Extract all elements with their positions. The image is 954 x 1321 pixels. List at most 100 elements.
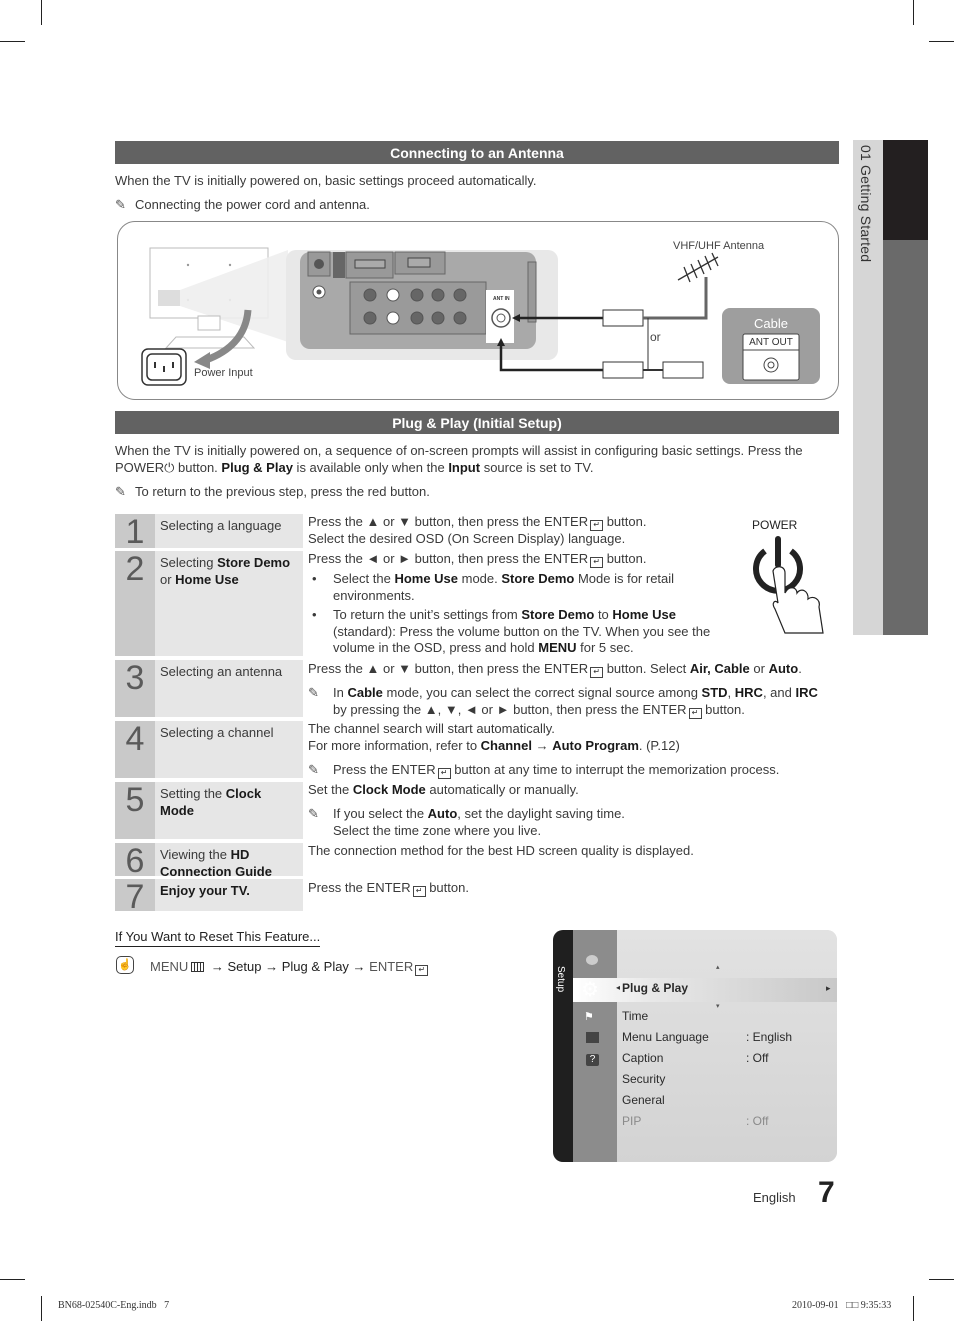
enter-icon: ↵ (437, 768, 451, 779)
crop-mark (913, 1296, 914, 1321)
step-text: In (333, 685, 348, 700)
step-title-text: Viewing the (160, 847, 231, 862)
step-text: , and (762, 685, 796, 700)
menu-path-item: MENU (150, 959, 189, 974)
step-title-bold: Connection Guide (160, 863, 272, 879)
step-text: For more information, refer to (308, 737, 481, 753)
menu-item-plug-and-play[interactable]: Plug & Play (622, 981, 688, 995)
step-text: , (727, 685, 735, 700)
intro-text: is available only when the (292, 459, 449, 475)
crop-mark (41, 0, 42, 25)
step-number: 4 (115, 721, 155, 778)
step-title: Viewing the HD Connection Guide (155, 843, 303, 879)
step-text: button. Select (603, 661, 690, 676)
step-text: button. (425, 880, 469, 895)
reset-heading: If You Want to Reset This Feature... (115, 929, 321, 947)
menu-item-menu-language[interactable]: Menu Language (622, 1030, 709, 1044)
step-bold: Home Use (612, 607, 676, 622)
plug-play-intro: When the TV is initially powered on, a s… (115, 443, 835, 476)
menu-value-pip: : Off (746, 1114, 769, 1128)
menu-item-pip: PIP (622, 1114, 642, 1128)
enter-icon: ↵ (688, 708, 702, 719)
tv-back-illustration (149, 247, 288, 349)
step-text: automatically or manually. (425, 782, 579, 797)
step-text: to (594, 607, 613, 622)
step-bullet-text: To return the unit’s settings from Store… (333, 607, 710, 657)
enter-icon: ↵ (415, 965, 429, 976)
step-text: → (531, 737, 553, 753)
step-bold: Auto (768, 661, 799, 676)
step-title-bold: Enjoy your TV. (160, 883, 250, 898)
intro-text: button. (174, 459, 222, 475)
antenna-intro: When the TV is initially powered on, bas… (115, 173, 537, 188)
step-text: by pressing the ▲, ▼, ◄ or ► button, the… (333, 702, 687, 717)
menu-item-caption[interactable]: Caption (622, 1051, 663, 1065)
menu-path-item: ENTER (369, 959, 414, 974)
step-text: button at any time to interrupt the memo… (450, 762, 780, 777)
menu-icon-column (573, 930, 617, 1162)
step-text: environments. (333, 587, 415, 603)
step-bold: HRC (734, 685, 763, 700)
chapter-label: 01 Getting Started (858, 145, 874, 263)
step-text: The channel search will start automatica… (308, 721, 555, 736)
step-description: The channel search will start automatica… (308, 721, 680, 754)
power-input-label: Power Input (194, 367, 253, 379)
step-note: Select the time zone where you live. (333, 823, 542, 838)
step-bold: Store Demo (501, 571, 575, 586)
chapter-tab-marker (883, 140, 928, 240)
step-text: Select the desired OSD (On Screen Displa… (308, 531, 626, 546)
menu-item-general[interactable]: General (622, 1093, 665, 1107)
step-text: . (798, 661, 802, 676)
picture-icon[interactable] (586, 955, 598, 965)
step-text: (standard): Press the volume button on t… (333, 623, 711, 639)
step-title: Selecting a channel (155, 721, 303, 778)
step-number: 7 (115, 879, 155, 915)
menu-item-time[interactable]: Time (622, 1009, 648, 1023)
menu-path-item: Setup (227, 959, 262, 974)
step-text: mode, you can select the correct signal … (382, 685, 702, 700)
chapter-tab-bar (883, 240, 928, 635)
step-bold: Channel (480, 737, 532, 753)
menu-item-security[interactable]: Security (622, 1072, 665, 1086)
step-note: ✎ In Cable mode, you can select the corre… (308, 685, 818, 702)
tv-setup-menu: Setup ⚙ ⚑ ? ◂ ▴ ▾ Plug & Play ▸ Time Men… (553, 930, 837, 1162)
step-title: Selecting Store Demo or Home Use (155, 551, 303, 656)
antenna-connection-diagram: Power Input ANT IN VHF/UHF Antenna or Ca… (117, 221, 839, 400)
note-pencil-icon: ✎ (308, 685, 319, 700)
intro-text: source is set to TV. (480, 459, 594, 475)
note-text: To return to the previous step, press th… (135, 484, 430, 499)
crop-mark (929, 1279, 954, 1280)
step-title-text: Selecting (160, 555, 218, 570)
setup-gear-icon[interactable]: ⚙ (581, 977, 599, 1002)
intro-text: When the TV is initially powered on, a s… (115, 443, 803, 458)
bullet-icon: • (312, 607, 317, 622)
step-text: To return the unit’s settings from (333, 607, 522, 622)
cable-label: Cable (754, 316, 788, 331)
menu-path-separator: → (348, 959, 370, 974)
step-description: Press the ▲ or ▼ button, then press the … (308, 514, 646, 548)
step-bold: Air, Cable (689, 661, 750, 676)
application-icon[interactable] (586, 1032, 599, 1043)
step-text: . (P.12) (638, 737, 680, 753)
antenna-label: VHF/UHF Antenna (673, 240, 765, 252)
step-text: Select the (333, 571, 395, 586)
step-text: Press the ▲ or ▼ button, then press the … (308, 661, 589, 676)
step-bold: Cable (347, 685, 383, 700)
support-help-icon[interactable]: ? (586, 1054, 599, 1066)
crop-mark (0, 1279, 25, 1280)
step-description: Press the ◄ or ► button, then press the … (308, 551, 646, 568)
crop-mark (41, 1296, 42, 1321)
step-description: Press the ▲ or ▼ button, then press the … (308, 661, 802, 678)
intro-bold: Plug & Play (221, 459, 293, 475)
menu-selected-bar[interactable] (573, 978, 837, 1002)
step-bold: IRC (795, 685, 818, 700)
chevron-down-icon: ▾ (716, 1003, 720, 1010)
step-text: , set the daylight saving time. (457, 806, 625, 821)
step-title-bold: Home Use (175, 571, 239, 587)
step-text: Mode is for retail (574, 571, 675, 586)
input-icon[interactable]: ⚑ (584, 1010, 594, 1023)
note-text: Connecting the power cord and antenna. (135, 197, 370, 212)
step-description: The connection method for the best HD sc… (308, 843, 694, 858)
step-text: for 5 sec. (576, 640, 634, 655)
plug-play-note: ✎ To return to the previous step, press t… (115, 484, 430, 501)
